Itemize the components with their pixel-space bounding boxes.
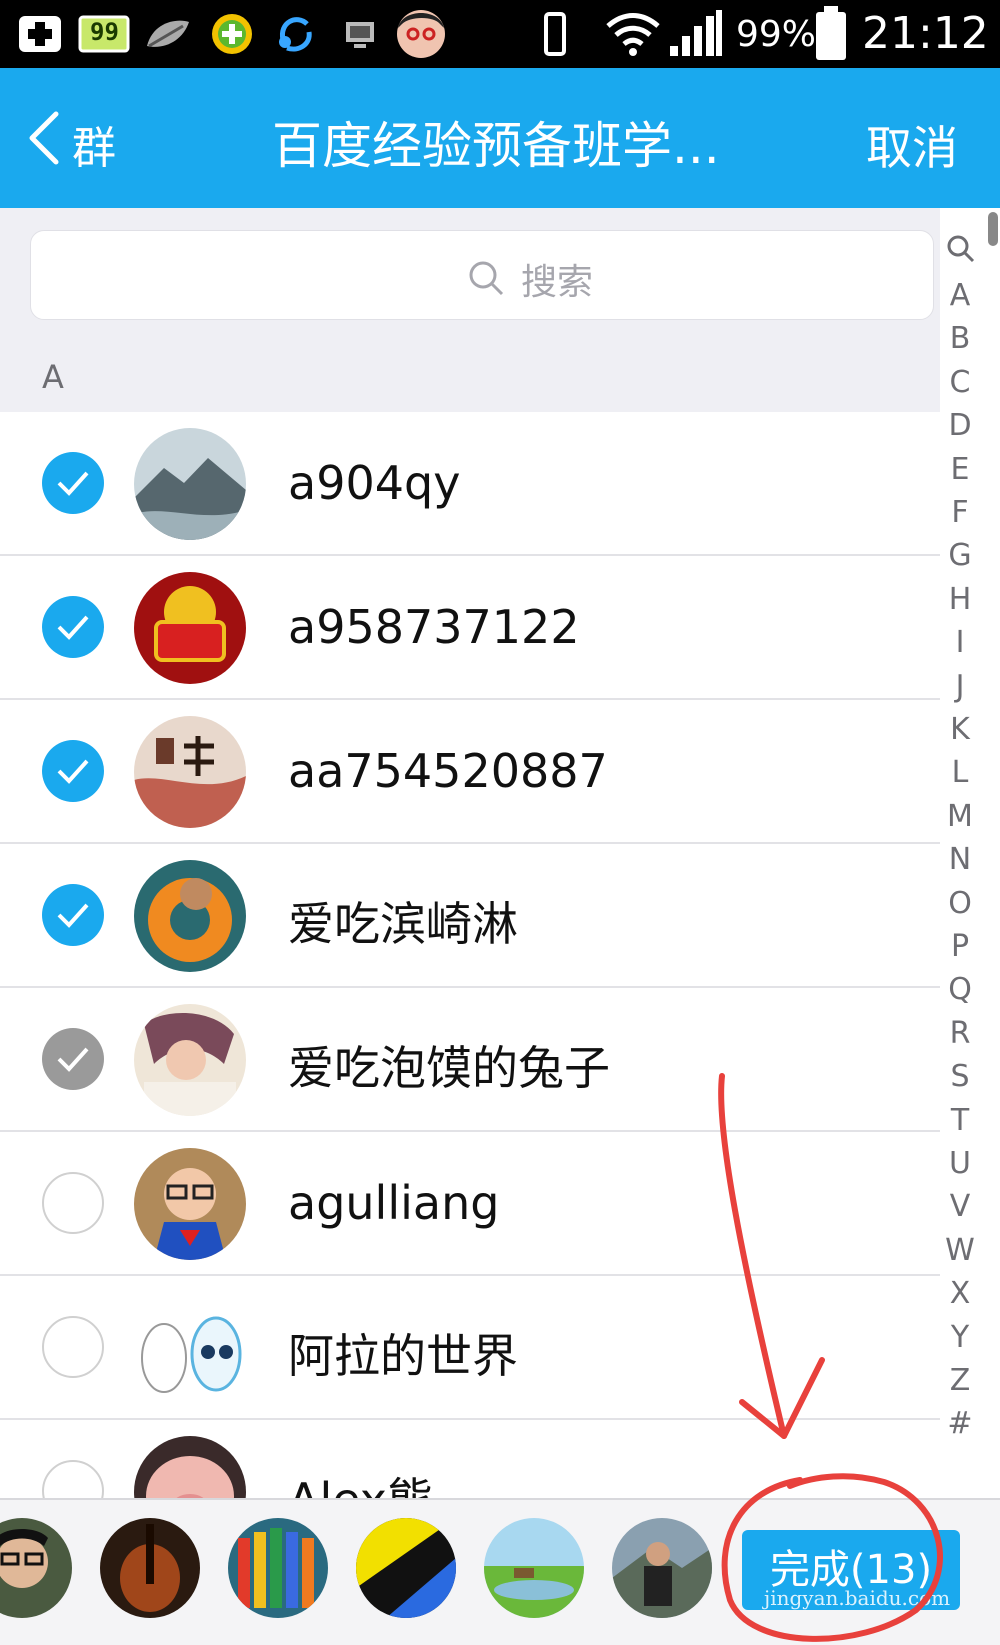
contact-row[interactable]: 爱吃滨崎淋 [0, 844, 940, 988]
page-title: 百度经验预备班学... [272, 117, 720, 175]
index-letter[interactable]: # [940, 1406, 980, 1441]
cancel-button[interactable]: 取消 [866, 112, 958, 178]
index-letter[interactable]: V [940, 1189, 980, 1224]
battery-icon [814, 6, 848, 62]
contact-row[interactable]: 爱吃泡馍的兔子 [0, 988, 940, 1132]
checkbox-checked[interactable] [42, 740, 104, 802]
contact-row[interactable]: a904qy [0, 412, 940, 556]
index-letter[interactable]: Y [940, 1320, 980, 1355]
avatar [134, 572, 246, 684]
selection-bar: 完成(13) jingyan.baidu.com [0, 1498, 1000, 1645]
signal-icon [668, 10, 724, 56]
contact-name: aa754520887 [288, 744, 608, 798]
index-letter[interactable]: O [940, 886, 980, 921]
checkbox-unchecked[interactable] [42, 1316, 104, 1378]
badge-icon: 99 [78, 14, 132, 54]
index-letter[interactable]: E [940, 452, 980, 487]
contact-list[interactable]: a904qy a958737122 aa754520887 爱吃滨崎淋 爱吃泡馍… [0, 412, 940, 1498]
watermark: jingyan.baidu.com [764, 1586, 951, 1610]
index-letter[interactable]: Q [940, 972, 980, 1007]
index-letter[interactable]: X [940, 1276, 980, 1311]
avatar [134, 716, 246, 828]
contact-name: 爱吃泡馍的兔子 [288, 1041, 610, 1095]
avatar [134, 1148, 246, 1260]
checkbox-disabled [42, 1028, 104, 1090]
clock: 21:12 [862, 8, 989, 59]
avatar [134, 1004, 246, 1116]
index-letter[interactable]: F [940, 495, 980, 530]
contact-name: Alex熊 [288, 1464, 433, 1498]
index-letter[interactable]: D [940, 408, 980, 443]
contact-name: 阿拉的世界 [288, 1329, 518, 1383]
index-letter[interactable]: P [940, 929, 980, 964]
notification-badge: 99 [90, 18, 119, 46]
index-letter[interactable]: S [940, 1059, 980, 1094]
contact-row[interactable]: agulliang [0, 1132, 940, 1276]
index-letter[interactable]: K [940, 712, 980, 747]
contact-row[interactable]: a958737122 [0, 556, 940, 700]
wifi-icon [604, 13, 662, 56]
contact-name: agulliang [288, 1176, 500, 1230]
contact-name: a904qy [288, 456, 461, 510]
avatar [134, 428, 246, 540]
nav-bar: 群 百度经验预备班学... 取消 [0, 68, 1000, 208]
plus-icon [16, 14, 64, 54]
checkbox-checked[interactable] [42, 884, 104, 946]
index-letter[interactable]: C [940, 365, 980, 400]
back-button[interactable]: 群 [72, 112, 116, 176]
selected-avatar[interactable] [484, 1518, 584, 1618]
back-chevron-icon[interactable] [26, 110, 60, 166]
section-letter: A [42, 358, 64, 396]
selected-avatar[interactable] [228, 1518, 328, 1618]
contact-row[interactable]: aa754520887 [0, 700, 940, 844]
index-letter[interactable]: Z [940, 1363, 980, 1398]
index-search-icon[interactable] [946, 234, 976, 264]
computer-icon [340, 14, 380, 54]
search-placeholder: 搜索 [521, 262, 594, 303]
index-letter[interactable]: I [940, 625, 980, 660]
vibrate-icon [540, 12, 570, 56]
checkbox-unchecked[interactable] [42, 1172, 104, 1234]
contact-row[interactable]: 阿拉的世界 [0, 1276, 940, 1420]
contact-name: a958737122 [288, 600, 580, 654]
section-header: A [0, 342, 940, 412]
index-letter[interactable]: R [940, 1016, 980, 1051]
scrollbar[interactable] [988, 212, 998, 246]
index-letter[interactable]: L [940, 755, 980, 790]
avatar-notification-icon [396, 8, 446, 60]
battery-percent: 99% [736, 14, 817, 55]
index-letter[interactable]: H [940, 582, 980, 617]
contact-name: 爱吃滨崎淋 [288, 897, 518, 951]
headset-icon [272, 14, 318, 54]
index-letter[interactable]: U [940, 1146, 980, 1181]
avatar [134, 860, 246, 972]
security-icon [210, 14, 254, 54]
index-letter[interactable]: J [940, 669, 980, 704]
checkbox-checked[interactable] [42, 596, 104, 658]
status-bar: 99 99% 21:12 [0, 0, 1000, 68]
index-letter[interactable]: T [940, 1103, 980, 1138]
index-letter[interactable]: G [940, 538, 980, 573]
contact-row[interactable]: Alex熊 [0, 1420, 940, 1498]
selected-avatar[interactable] [100, 1518, 200, 1618]
alphabet-index[interactable]: A B C D E F G H I J K L M N O P Q R S T U V W X Y Z # [940, 208, 1000, 1498]
index-letter[interactable]: N [940, 842, 980, 877]
selected-avatar[interactable] [0, 1518, 72, 1618]
checkbox-checked[interactable] [42, 452, 104, 514]
avatar [134, 1436, 246, 1498]
leaf-icon [142, 14, 194, 54]
checkbox-unchecked[interactable] [42, 1460, 104, 1498]
avatar [134, 1292, 246, 1404]
index-letter[interactable]: A [940, 278, 980, 313]
search-icon [469, 261, 504, 296]
index-letter[interactable]: B [940, 321, 980, 356]
search-input[interactable]: 搜索 [30, 230, 934, 320]
index-letter[interactable]: W [940, 1233, 980, 1268]
search-area: 搜索 [0, 208, 1000, 342]
selected-avatar[interactable] [612, 1518, 712, 1618]
selected-avatar[interactable] [356, 1518, 456, 1618]
index-letter[interactable]: M [940, 799, 980, 834]
